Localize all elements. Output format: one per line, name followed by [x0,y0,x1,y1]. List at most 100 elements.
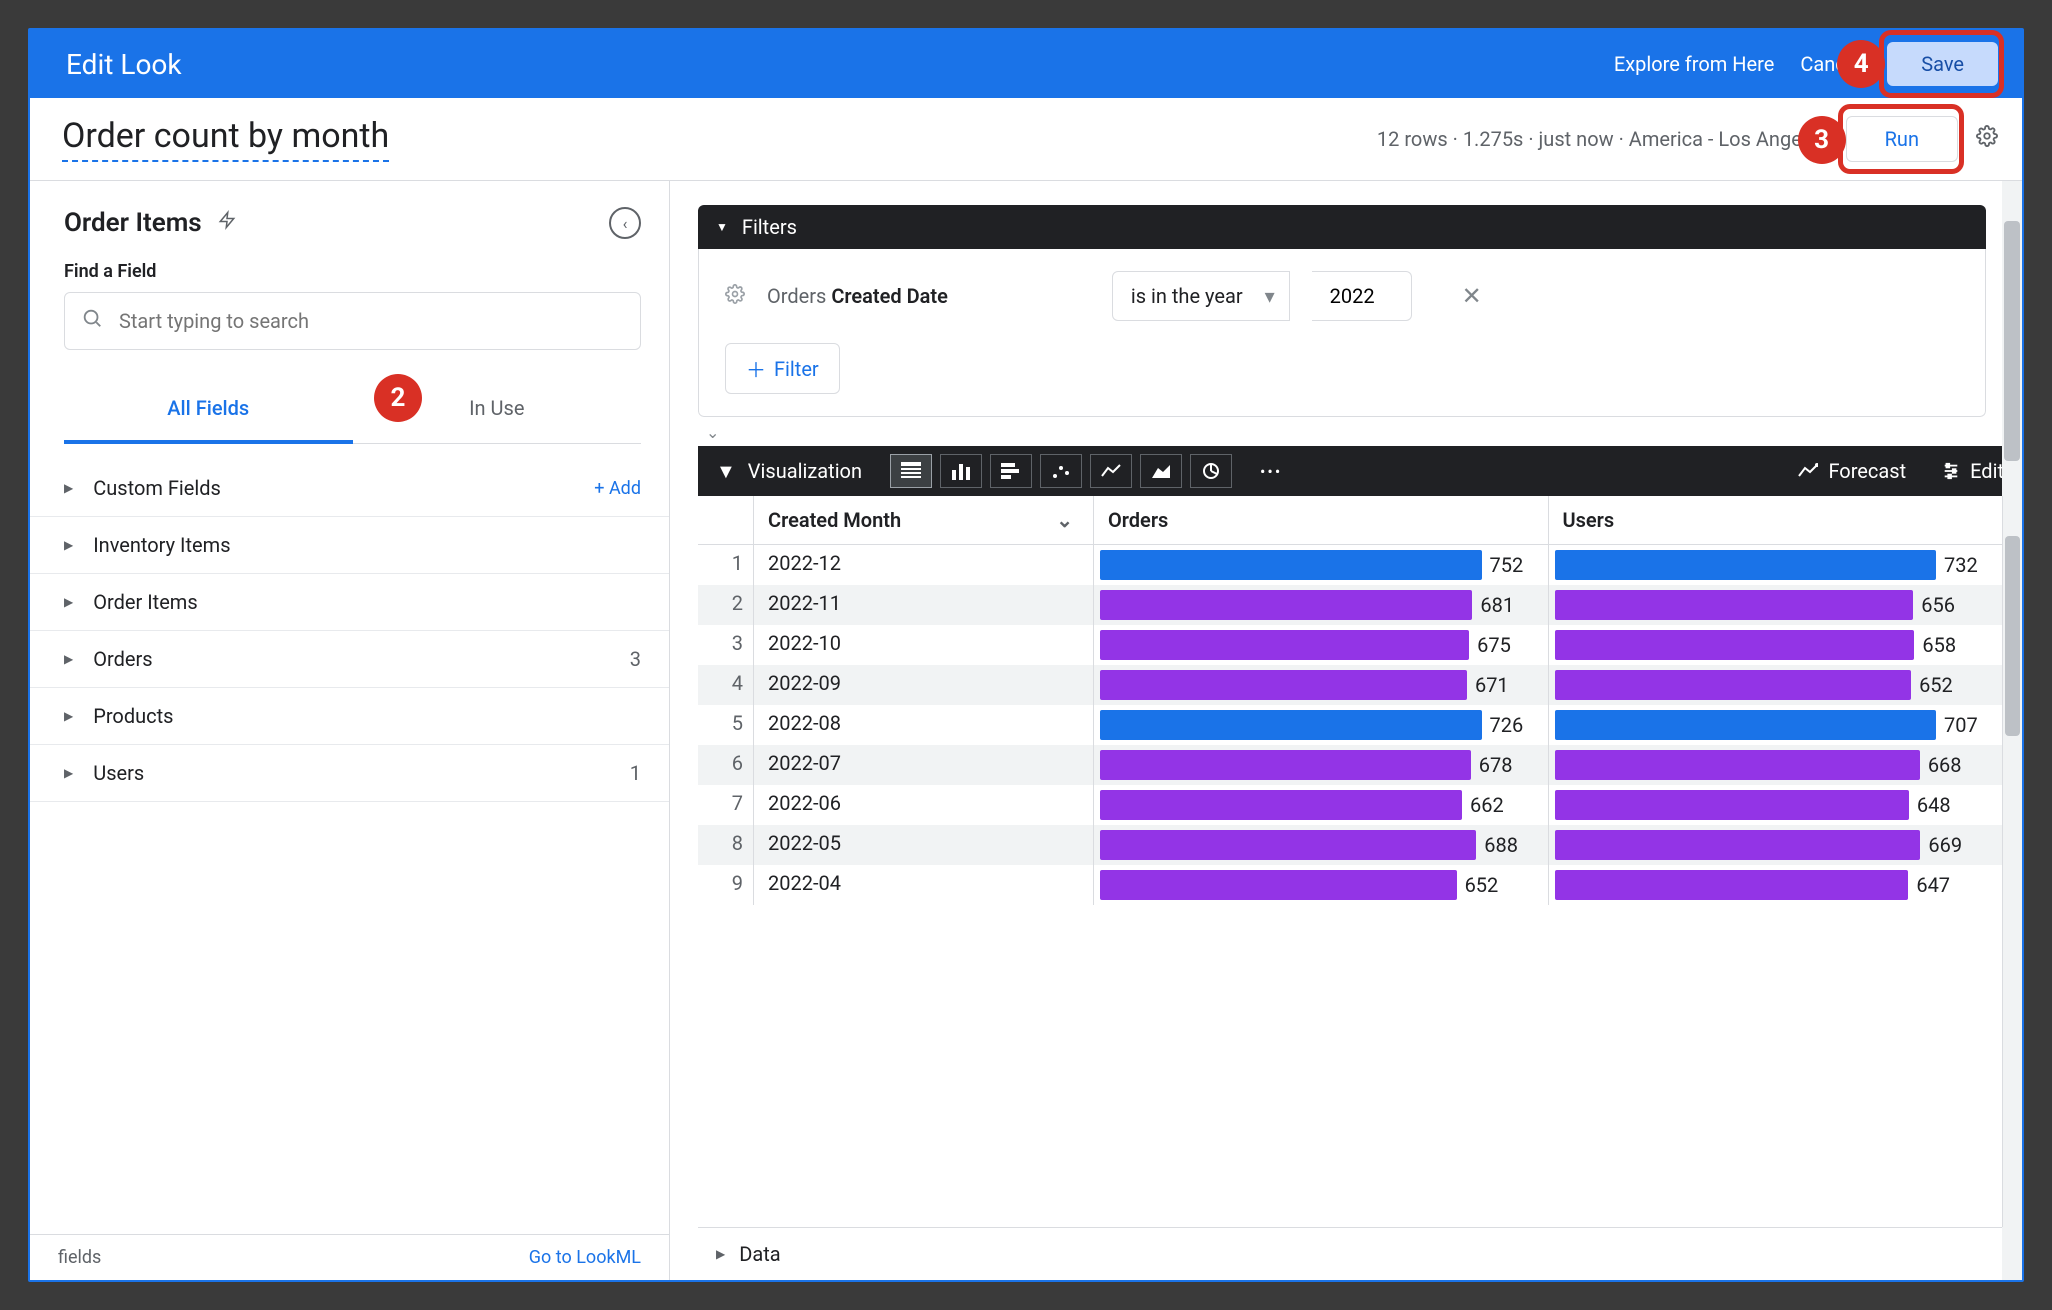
table-scrollbar[interactable] [2002,496,2022,1227]
table-row: 92022-04652647 [698,865,2002,905]
group-count: 1 [630,761,641,785]
th-created-month[interactable]: Created Month ⌄ [754,496,1094,544]
save-button[interactable]: Save [1887,42,1998,86]
caret-right-icon: ▶ [64,766,73,780]
cell-month: 2022-09 [754,665,1094,705]
cell-users: 669 [1549,825,2003,865]
caret-right-icon: ▶ [716,1247,725,1261]
cell-month: 2022-10 [754,625,1094,665]
viz-area-icon[interactable] [1140,454,1182,488]
cell-orders: 678 [1094,745,1549,785]
look-title-input[interactable]: Order count by month [62,116,389,162]
forecast-icon [1798,462,1818,480]
data-section-header[interactable]: ▶ Data [698,1227,2022,1280]
collapse-sidebar-icon[interactable]: ‹ [609,207,641,239]
settings-gear-icon[interactable] [1976,125,1998,153]
search-label: Find a Field [64,261,641,282]
content-area: ▼ Filters Orders Created Date is in the … [670,181,2022,1280]
group-count: 3 [630,647,641,671]
remove-filter-icon[interactable]: ✕ [1462,282,1482,310]
viz-pie-icon[interactable] [1190,454,1232,488]
viz-line-icon[interactable] [1090,454,1132,488]
viz-table-wrap: Created Month ⌄ Orders Users 12022-12752… [698,496,2022,1227]
caret-down-icon: ▼ [716,459,736,484]
header-title: Edit Look [66,48,1614,81]
caret-right-icon: ▶ [64,481,73,495]
group-name: Inventory Items [93,533,230,557]
table-row: 62022-07678668 [698,745,2002,785]
caret-right-icon: ▶ [64,538,73,552]
viz-edit-button[interactable]: Edit [1942,459,2004,483]
query-meta: 12 rows · 1.275s · just now · America - … [1377,127,1828,151]
field-group[interactable]: ▶Products [30,688,669,745]
row-index: 7 [698,785,754,825]
cell-month: 2022-06 [754,785,1094,825]
field-tabs: All Fields In Use 2 [64,380,641,444]
cell-orders: 675 [1094,625,1549,665]
search-box[interactable] [64,292,641,350]
viz-more-icon[interactable]: ••• [1250,462,1292,481]
bolt-icon[interactable] [218,209,236,237]
table-row: 52022-08726707 [698,705,2002,745]
cell-month: 2022-11 [754,585,1094,625]
filters-body: Orders Created Date is in the year ✕ ＋ F… [698,249,1986,417]
caret-down-icon: ▼ [716,220,728,234]
th-orders[interactable]: Orders [1094,496,1549,544]
field-group[interactable]: ▶Custom Fields+ Add [30,460,669,517]
search-input[interactable] [119,309,624,333]
caret-right-icon: ▶ [64,709,73,723]
visualization-header[interactable]: ▼ Visualization [716,459,862,484]
table-row: 42022-09671652 [698,665,2002,705]
forecast-button[interactable]: Forecast [1798,459,1906,483]
add-filter-button[interactable]: ＋ Filter [725,343,840,394]
filters-panel: ▼ Filters Orders Created Date is in the … [698,205,1986,417]
search-icon [81,307,103,335]
run-button[interactable]: Run [1846,116,1958,162]
sidebar-header: Order Items ‹ Find a Field All Fields In… [30,181,669,460]
cell-users: 668 [1549,745,2003,785]
cell-orders: 688 [1094,825,1549,865]
th-users[interactable]: Users [1549,496,2003,544]
filter-gear-icon[interactable] [725,284,745,309]
group-name: Users [93,761,144,785]
sliders-icon [1942,462,1960,480]
filter-operator-dropdown[interactable]: is in the year [1112,271,1290,321]
table-row: 22022-11681656 [698,585,2002,625]
table-row: 72022-06662648 [698,785,2002,825]
field-group[interactable]: ▶ Inventory Items [30,517,669,574]
filter-row: Orders Created Date is in the year ✕ [725,271,1959,321]
row-index: 2 [698,585,754,625]
go-to-lookml-link[interactable]: Go to LookML [529,1247,641,1268]
add-custom-field-link[interactable]: + Add [594,478,641,499]
viz-table-icon[interactable] [890,454,932,488]
field-group[interactable]: ▶Orders3 [30,631,669,688]
cell-month: 2022-07 [754,745,1094,785]
table-header: Created Month ⌄ Orders Users [698,496,2002,545]
annotation-badge-3: 3 [1798,116,1846,164]
viz-column-icon[interactable] [940,454,982,488]
cell-orders: 752 [1094,545,1549,585]
table-row: 82022-05688669 [698,825,2002,865]
sort-desc-icon: ⌄ [1056,508,1073,532]
caret-right-icon: ▶ [64,595,73,609]
cell-users: 652 [1549,665,2003,705]
cell-users: 658 [1549,625,2003,665]
row-index: 6 [698,745,754,785]
field-group[interactable]: ▶Order Items [30,574,669,631]
cell-orders: 662 [1094,785,1549,825]
explore-from-here-link[interactable]: Explore from Here [1614,52,1774,76]
field-group[interactable]: ▶ Users 1 [30,745,669,802]
row-index: 4 [698,665,754,705]
sidebar-footer: fields Go to LookML [30,1234,669,1280]
row-index: 8 [698,825,754,865]
cell-orders: 652 [1094,865,1549,905]
expand-section-icon[interactable]: ⌄ [706,423,2022,442]
tab-all-fields[interactable]: All Fields [64,380,353,444]
filter-value-input[interactable] [1312,271,1412,321]
filters-header[interactable]: ▼ Filters [698,205,1986,249]
viz-bar-icon[interactable] [990,454,1032,488]
viz-scatter-icon[interactable] [1040,454,1082,488]
cell-users: 648 [1549,785,2003,825]
cell-month: 2022-12 [754,545,1094,585]
viz-table: Created Month ⌄ Orders Users 12022-12752… [698,496,2002,1227]
